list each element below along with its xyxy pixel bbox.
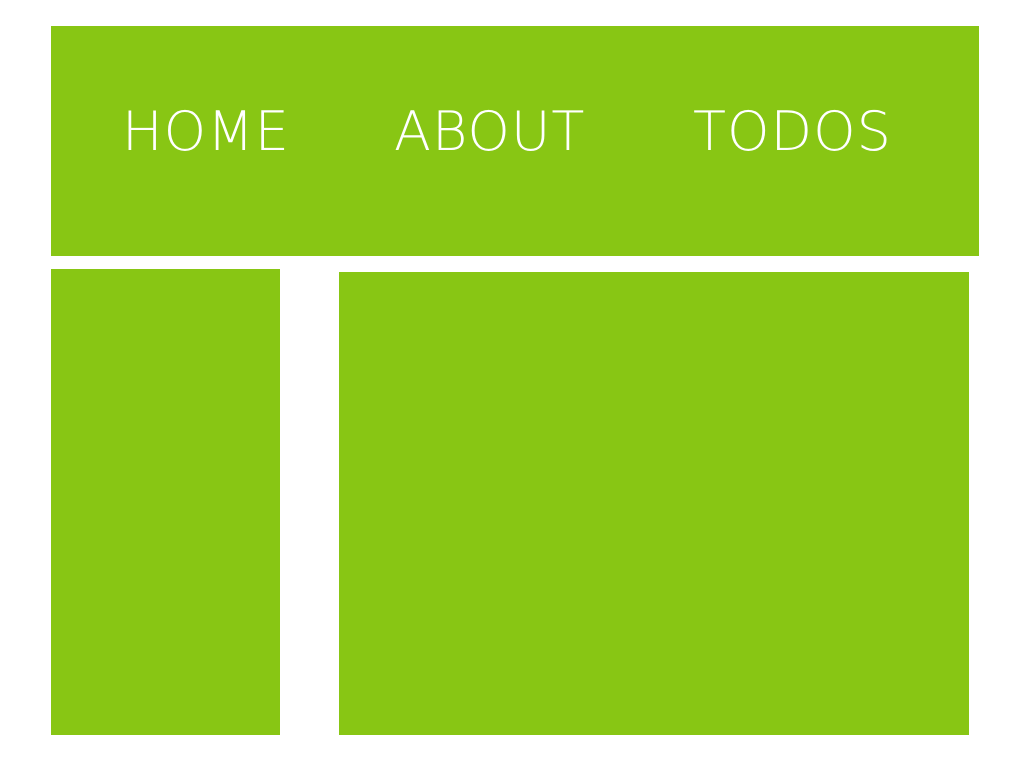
header-nav-bar: HOME ABOUT TODOS bbox=[51, 26, 979, 256]
sidebar-panel bbox=[51, 269, 280, 735]
nav-link-todos[interactable]: TODOS bbox=[693, 101, 892, 163]
nav-link-about[interactable]: ABOUT bbox=[394, 101, 585, 163]
main-content-panel bbox=[339, 272, 969, 735]
nav-link-home[interactable]: HOME bbox=[122, 101, 290, 163]
